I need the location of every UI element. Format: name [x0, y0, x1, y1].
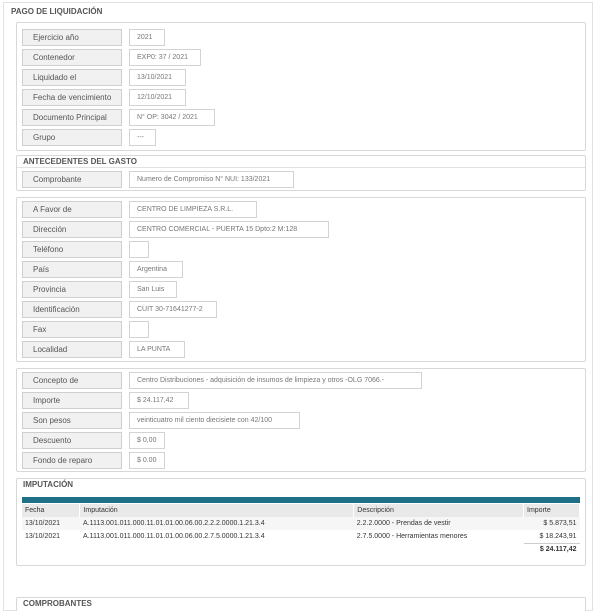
field-value: 2021 — [129, 29, 165, 46]
liquidation-page: PAGO DE LIQUIDACIÓN Ejercicio año 2021 C… — [3, 2, 593, 611]
field-value: veinticuatro mil ciento diecisiete con 4… — [129, 412, 300, 429]
table-row: 13/10/2021 A.1113.001.011.000.11.01.01.0… — [22, 517, 580, 530]
field-label: Dirección — [22, 221, 122, 238]
field-value: CENTRO COMERCIAL - PUERTA 15 Dpto:2 M:12… — [129, 221, 329, 238]
field-label: Provincia — [22, 281, 122, 298]
table-row: 13/10/2021 A.1113.001.011.000.11.01.01.0… — [22, 530, 580, 543]
general-panel: Ejercicio año 2021 Contenedor EXP0: 37 /… — [16, 22, 586, 151]
field-value: Centro Distribuciones - adquisición de i… — [129, 372, 422, 389]
beneficiario-panel: A Favor de CENTRO DE LIMPIEZA S.R.L. Dir… — [16, 197, 586, 362]
field-value — [129, 321, 149, 338]
field-value: Argentina — [129, 261, 183, 278]
field-label: Comprobante — [22, 171, 122, 188]
cell-importe: $ 5.873,51 — [523, 517, 580, 530]
field-label: Localidad — [22, 341, 122, 358]
field-label: Son pesos — [22, 412, 122, 429]
column-header: Imputación — [79, 504, 355, 517]
field-label: Contenedor — [22, 49, 122, 66]
field-value: CUIT 30-71641277-2 — [129, 301, 217, 318]
field-value: --- — [129, 129, 156, 146]
cell-descripcion: 2.2.2.0000 - Prendas de vestir — [353, 517, 524, 530]
comprobantes-header: COMPROBANTES — [23, 599, 92, 608]
cell-imputacion: A.1113.001.011.000.11.01.01.00.06.00.2.2… — [79, 517, 354, 530]
field-value: N° OP: 3042 / 2021 — [129, 109, 215, 126]
field-value: 13/10/2021 — [129, 69, 186, 86]
field-value: EXP0: 37 / 2021 — [129, 49, 201, 66]
cell-fecha: 13/10/2021 — [22, 517, 80, 530]
field-label: Teléfono — [22, 241, 122, 258]
field-value: San Luis — [129, 281, 177, 298]
column-header: Descripción — [353, 504, 525, 517]
antecedentes-header: ANTECEDENTES DEL GASTO — [17, 156, 585, 168]
field-label: Fax — [22, 321, 122, 338]
field-label: Fondo de reparo — [22, 452, 122, 469]
imputacion-panel: IMPUTACIÓN Fecha Imputación Descripción … — [16, 478, 586, 566]
field-label: Ejercicio año — [22, 29, 122, 46]
total-importe: $ 24.117,42 — [523, 542, 580, 556]
imputacion-table: Fecha Imputación Descripción Importe 13/… — [22, 504, 580, 556]
field-label: Identificación — [22, 301, 122, 318]
field-value: LA PUNTA — [129, 341, 185, 358]
field-label: Importe — [22, 392, 122, 409]
cell-importe: $ 18.243,91 — [539, 532, 577, 540]
imputacion-header: IMPUTACIÓN — [23, 480, 74, 489]
table-total-row: $ 24.117,42 — [22, 542, 580, 556]
field-label: Grupo — [22, 129, 122, 146]
field-value: $ 0,00 — [129, 432, 165, 449]
field-label: Descuento — [22, 432, 122, 449]
column-header: Importe — [523, 504, 580, 517]
field-label: Documento Principal — [22, 109, 122, 126]
field-value — [129, 241, 149, 258]
field-label: A Favor de — [22, 201, 122, 218]
field-label: Liquidado el — [22, 69, 122, 86]
importes-panel: Concepto de Centro Distribuciones - adqu… — [16, 368, 586, 472]
field-label: Concepto de — [22, 372, 122, 389]
comprobantes-panel: COMPROBANTES — [16, 597, 586, 611]
field-value: $ 24.117,42 — [129, 392, 189, 409]
field-value: $ 0.00 — [129, 452, 165, 469]
field-value: 12/10/2021 — [129, 89, 186, 106]
cell-imputacion: A.1113.001.011.000.11.01.01.00.06.00.2.7… — [82, 533, 265, 540]
field-label: País — [22, 261, 122, 278]
antecedentes-panel: ANTECEDENTES DEL GASTO Comprobante Numer… — [16, 155, 586, 191]
field-value: CENTRO DE LIMPIEZA S.R.L. — [129, 201, 257, 218]
field-label: Fecha de vencimiento — [22, 89, 122, 106]
cell-descripcion: 2.7.5.0000 - Herramientas menores — [356, 533, 468, 540]
cell-fecha: 13/10/2021 — [25, 533, 61, 540]
table-header-row: Fecha Imputación Descripción Importe — [22, 504, 580, 517]
table-header-bar — [22, 497, 580, 503]
page-title: PAGO DE LIQUIDACIÓN — [11, 7, 103, 16]
field-value: Numero de Compromiso N° NUI: 133/2021 — [129, 171, 294, 188]
column-header: Fecha — [22, 504, 81, 517]
